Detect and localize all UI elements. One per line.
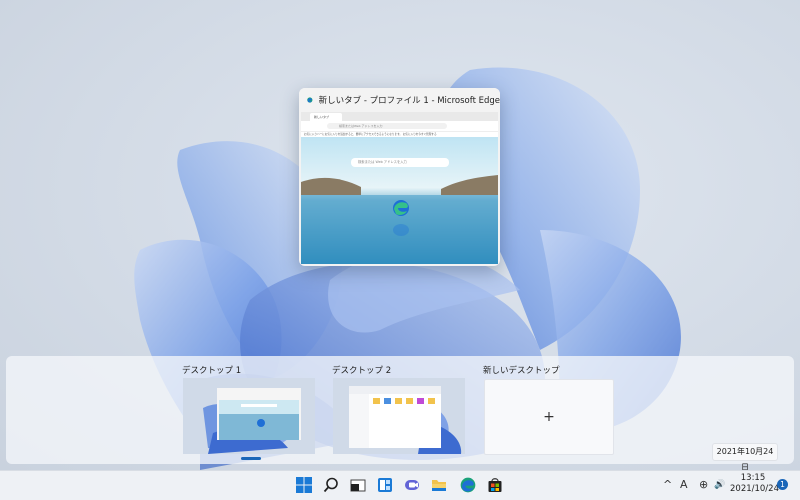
clock-time: 13:15: [740, 473, 766, 483]
volume-icon[interactable]: 🔊: [714, 476, 725, 494]
network-globe-icon[interactable]: ⊕: [699, 476, 708, 494]
file-explorer-icon[interactable]: [430, 476, 448, 494]
search-icon[interactable]: [322, 476, 340, 494]
plus-icon: +: [543, 409, 555, 425]
clock-date: 2021/10/24: [730, 484, 779, 494]
browser-tab[interactable]: 新しいタブ: [310, 113, 342, 121]
notification-badge[interactable]: 1: [777, 479, 788, 490]
ntp-search-input[interactable]: 検索または Web アドレスを入力: [351, 158, 449, 167]
task-view-icon[interactable]: [349, 476, 367, 494]
desktop-1-label: デスクトップ 1: [182, 366, 242, 376]
date-tooltip: 2021年10月24日: [712, 443, 778, 472]
desktop-2-label: デスクトップ 2: [332, 366, 392, 376]
desktop-2-preview: [333, 378, 465, 454]
browser-content: 新しいタブ 検索またはWeb アドレスを入力 お気に入りバーにお気に入りを追加す…: [301, 112, 498, 264]
windows-start-icon[interactable]: [295, 476, 313, 494]
active-desktop-indicator: [241, 457, 261, 460]
taskbar-clock[interactable]: 13:15 2021/10/24: [730, 473, 779, 495]
edge-window-thumbnail[interactable]: 新しいタブ - プロファイル 1 - Microsoft Edge 新しいタブ …: [299, 88, 500, 266]
ime-indicator[interactable]: A: [680, 476, 688, 494]
new-tab-background-image: [301, 137, 498, 264]
teams-chat-icon[interactable]: [403, 476, 421, 494]
new-desktop-label: 新しいデスクトップ: [483, 366, 560, 376]
new-tab-page: 検索または Web アドレスを入力: [301, 137, 498, 264]
store-icon[interactable]: [486, 476, 504, 494]
edge-taskbar-icon[interactable]: [459, 476, 477, 494]
widgets-icon[interactable]: [376, 476, 394, 494]
browser-toolbar: 検索またはWeb アドレスを入力: [301, 121, 498, 132]
new-desktop-button[interactable]: +: [484, 379, 614, 455]
desktop-1-preview: [183, 378, 315, 454]
window-title: 新しいタブ - プロファイル 1 - Microsoft Edge: [318, 96, 500, 106]
desktop-2-thumbnail[interactable]: [333, 378, 465, 454]
address-bar[interactable]: 検索またはWeb アドレスを入力: [327, 123, 447, 129]
edge-icon: [307, 97, 313, 103]
desktop-1-thumbnail[interactable]: [183, 378, 315, 454]
show-hidden-icons-chevron-icon[interactable]: ^: [663, 476, 672, 494]
browser-tabbar: 新しいタブ: [301, 112, 498, 121]
window-titlebar: 新しいタブ - プロファイル 1 - Microsoft Edge: [299, 88, 500, 112]
